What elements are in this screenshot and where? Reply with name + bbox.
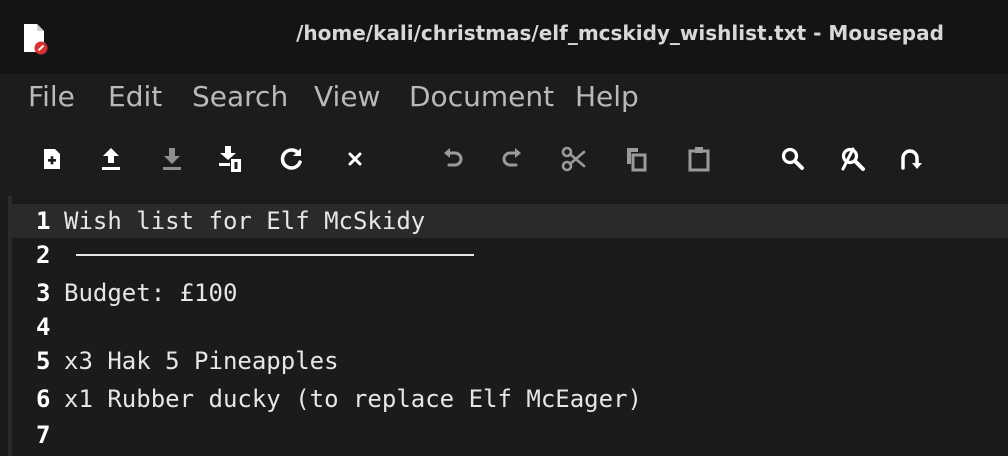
menu-search[interactable]: Search bbox=[192, 80, 288, 114]
line-text[interactable]: x3 Hak 5 Pineapples bbox=[64, 344, 339, 378]
line-text[interactable]: Wish list for Elf McSkidy bbox=[64, 204, 425, 238]
go-to-line-button[interactable] bbox=[893, 142, 927, 176]
editor-line[interactable]: 3 Budget: £100 bbox=[12, 276, 1008, 310]
redo-button[interactable] bbox=[495, 142, 529, 176]
find-replace-button[interactable] bbox=[836, 142, 870, 176]
menu-edit[interactable]: Edit bbox=[108, 80, 162, 114]
line-text[interactable]: x1 Rubber ducky (to replace Elf McEager) bbox=[64, 382, 642, 416]
menu-file[interactable]: File bbox=[28, 80, 75, 114]
cut-icon bbox=[561, 146, 586, 172]
line-number: 5 bbox=[36, 347, 51, 375]
editor-line[interactable]: 5 x3 Hak 5 Pineapples bbox=[12, 344, 1008, 378]
save-button[interactable] bbox=[155, 142, 189, 176]
title-bar[interactable]: /home/kali/christmas/elf_mcskidy_wishlis… bbox=[0, 0, 1008, 74]
paste-button[interactable] bbox=[682, 142, 716, 176]
line-number: 3 bbox=[36, 279, 51, 307]
editor-line[interactable]: 7 bbox=[12, 418, 1008, 452]
menu-view[interactable]: View bbox=[314, 80, 380, 114]
find-button[interactable] bbox=[776, 142, 810, 176]
paste-icon bbox=[688, 147, 710, 172]
menu-bar: File Edit Search View Document Help bbox=[0, 74, 1008, 124]
line-number: 1 bbox=[36, 207, 51, 235]
text-editor[interactable]: 1 Wish list for Elf McSkidy 2 3 Budget: … bbox=[0, 196, 1008, 456]
line-number: 7 bbox=[36, 421, 51, 449]
open-button[interactable] bbox=[94, 142, 128, 176]
undo-button[interactable] bbox=[436, 142, 470, 176]
find-icon bbox=[781, 147, 804, 170]
close-document-button[interactable] bbox=[338, 142, 372, 176]
editor-line[interactable]: 6 x1 Rubber ducky (to replace Elf McEage… bbox=[12, 382, 1008, 416]
new-document-button[interactable] bbox=[35, 142, 69, 176]
reload-button[interactable] bbox=[275, 142, 309, 176]
close-icon bbox=[348, 152, 362, 166]
save-download-icon bbox=[163, 148, 181, 170]
cut-button[interactable] bbox=[557, 142, 591, 176]
menu-document[interactable]: Document bbox=[409, 80, 554, 114]
editor-left-border bbox=[8, 196, 12, 456]
line-number: 6 bbox=[36, 385, 51, 413]
line-text[interactable]: Budget: £100 bbox=[64, 276, 237, 310]
line-number: 4 bbox=[36, 313, 51, 341]
find-replace-icon bbox=[841, 147, 865, 171]
editor-line[interactable]: 4 bbox=[12, 310, 1008, 344]
redo-icon bbox=[502, 148, 521, 167]
editor-line-current[interactable]: 1 Wish list for Elf McSkidy bbox=[12, 204, 1008, 238]
copy-icon bbox=[627, 148, 647, 172]
editor-line[interactable]: 2 bbox=[12, 238, 1008, 272]
new-document-icon bbox=[44, 149, 60, 169]
reload-icon bbox=[280, 148, 302, 170]
toolbar bbox=[0, 124, 1008, 196]
window-title: /home/kali/christmas/elf_mcskidy_wishlis… bbox=[296, 21, 944, 45]
line-number: 2 bbox=[36, 241, 51, 269]
copy-button[interactable] bbox=[619, 142, 653, 176]
undo-icon bbox=[444, 148, 463, 167]
open-upload-icon bbox=[102, 148, 120, 170]
save-as-icon bbox=[219, 146, 241, 172]
mousepad-window: /home/kali/christmas/elf_mcskidy_wishlis… bbox=[0, 0, 1008, 456]
separator-rule bbox=[76, 254, 474, 256]
save-as-button[interactable] bbox=[213, 142, 247, 176]
menu-help[interactable]: Help bbox=[575, 80, 639, 114]
go-to-line-icon bbox=[901, 149, 922, 170]
